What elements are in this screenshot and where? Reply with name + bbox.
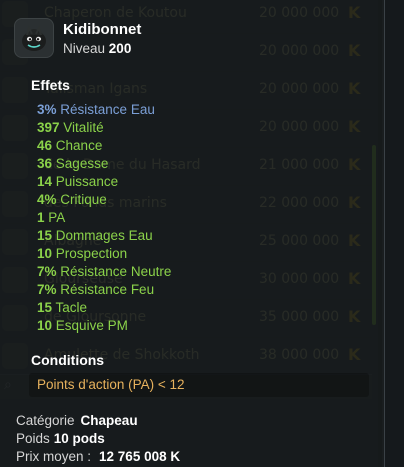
effect-text: Résistance Eau — [60, 102, 155, 117]
weight-value: 10 pods — [53, 431, 105, 446]
effect-line: 14 Puissance — [37, 173, 171, 191]
effect-value: 1 — [37, 210, 45, 225]
effect-line: 397 Vitalité — [37, 119, 171, 137]
avg-price-label: Prix moyen : — [16, 449, 92, 464]
item-category: Catégorie Chapeau — [16, 413, 138, 428]
effect-value: 397 — [37, 120, 60, 135]
effect-line: 15 Dommages Eau — [37, 227, 171, 245]
condition-row: Points d'action (PA) < 12 — [29, 373, 369, 397]
effect-line: 1 PA — [37, 209, 171, 227]
item-level: Niveau 200 — [63, 41, 131, 56]
effect-value: 4% — [37, 192, 57, 207]
tooltip-border — [384, 0, 385, 467]
effect-text: PA — [48, 210, 66, 225]
effect-text: Résistance Feu — [60, 282, 155, 297]
effect-value: 14 — [37, 174, 53, 189]
effects-heading: Effets — [31, 77, 70, 93]
item-portrait-icon — [14, 18, 54, 58]
effect-line: 10 Esquive PM — [37, 317, 171, 335]
level-value: 200 — [108, 41, 132, 56]
avg-price-value: 12 765 008 K — [99, 449, 181, 464]
effect-value: 10 — [37, 246, 53, 261]
effect-text: Résistance Neutre — [60, 264, 172, 279]
effect-text: Puissance — [55, 174, 119, 189]
effect-line: 7% Résistance Feu — [37, 281, 171, 299]
effect-line: 36 Sagesse — [37, 155, 171, 173]
effect-line: 7% Résistance Neutre — [37, 263, 171, 281]
effect-line: 46 Chance — [37, 137, 171, 155]
effect-value: 46 — [37, 138, 53, 153]
effect-value: 7% — [37, 264, 57, 279]
effect-text: Critique — [60, 192, 107, 207]
effect-value: 10 — [37, 318, 53, 333]
conditions-heading: Conditions — [31, 352, 105, 368]
condition-text: Points d'action (PA) < 12 — [37, 377, 185, 392]
effect-value: 3% — [37, 102, 57, 117]
effect-text: Esquive PM — [55, 318, 128, 333]
effect-line: 4% Critique — [37, 191, 171, 209]
category-label: Catégorie — [16, 413, 75, 428]
effect-line: 10 Prospection — [37, 245, 171, 263]
effects-list: 3% Résistance Eau 397 Vitalité 46 Chance 36… — [37, 101, 171, 335]
effect-value: 36 — [37, 156, 53, 171]
item-average-price: Prix moyen : 12 765 008 K — [16, 449, 180, 464]
effect-text: Chance — [55, 138, 103, 153]
effect-text: Prospection — [55, 246, 128, 261]
category-value: Chapeau — [80, 413, 138, 428]
effect-text: Dommages Eau — [55, 228, 153, 243]
effect-text: Sagesse — [55, 156, 109, 171]
item-tooltip: Kidibonnet Niveau 200 Effets 3% Résistan… — [0, 0, 384, 467]
item-weight: Poids 10 pods — [16, 431, 105, 446]
effect-value: 7% — [37, 282, 57, 297]
effect-line: 3% Résistance Eau — [37, 101, 171, 119]
effect-line: 15 Tacle — [37, 299, 171, 317]
item-name: Kidibonnet — [63, 21, 142, 38]
effect-text: Tacle — [55, 300, 88, 315]
level-label: Niveau — [63, 41, 106, 56]
effect-value: 15 — [37, 300, 53, 315]
effect-value: 15 — [37, 228, 53, 243]
weight-label: Poids — [16, 431, 50, 446]
effect-text: Vitalité — [63, 120, 104, 135]
